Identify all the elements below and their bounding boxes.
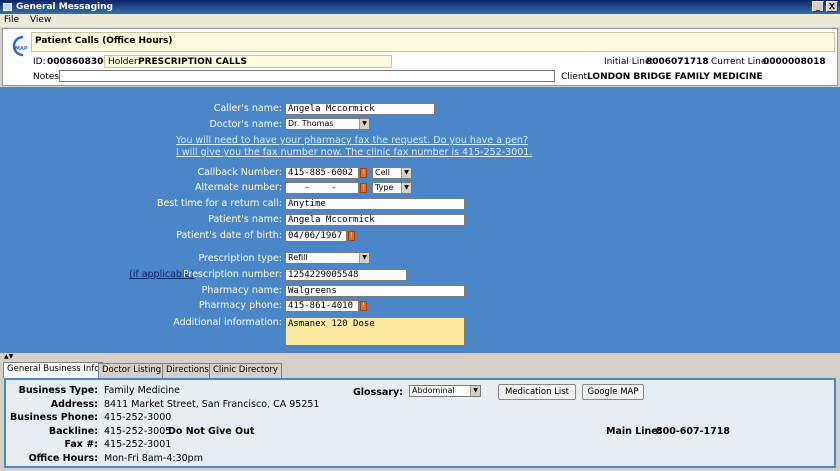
- prescription-type-label: Prescription type:: [198, 253, 283, 264]
- glossary-label: Glossary:: [353, 387, 403, 398]
- doctors-name-label: Doctor's name:: [209, 119, 282, 130]
- prescription-type-select[interactable]: Refill ▼: [285, 252, 370, 264]
- menu-view[interactable]: View: [30, 15, 51, 25]
- best-time-label: Best time for a return call:: [156, 198, 282, 209]
- callers-name-label: Caller's name:: [213, 103, 282, 114]
- tab-directions[interactable]: Directions: [162, 363, 213, 378]
- call-header: MAP Patient Calls (Office Hours) ID: 000…: [2, 28, 838, 86]
- current-line-label: Current Line:: [711, 57, 770, 67]
- business-type-value: Family Medicine: [104, 385, 181, 396]
- pharmacy-phone-input[interactable]: 415-861-4010: [285, 300, 359, 312]
- business-phone-label: Business Phone:: [10, 412, 98, 423]
- minimize-button[interactable]: _: [812, 1, 824, 12]
- chevron-down-icon: ▼: [401, 168, 411, 178]
- backline-label: Backline:: [48, 426, 98, 437]
- address-value: 8411 Market Street, San Francisco, CA 95…: [104, 399, 320, 410]
- backline-value: 415-252-3005: [104, 426, 172, 437]
- info-tabs: General Business Info Doctor Listing Dir…: [0, 362, 840, 378]
- business-info-panel: Business Type: Family Medicine Address: …: [4, 378, 836, 468]
- chevron-down-icon: ▼: [470, 386, 480, 396]
- doctors-name-value: Dr. Thomas: [288, 119, 334, 128]
- callback-type-select[interactable]: Cell ▼: [372, 167, 412, 179]
- client-value: LONDON BRIDGE FAMILY MEDICINE: [587, 72, 763, 82]
- call-type-banner: Patient Calls (Office Hours): [31, 32, 835, 52]
- callback-type-value: Cell: [375, 168, 390, 177]
- holder-box: Holder: PRESCRIPTION CALLS: [104, 55, 392, 68]
- doctors-name-select[interactable]: Dr. Thomas ▼: [285, 118, 370, 130]
- pharmacy-name-label: Pharmacy name:: [201, 285, 282, 296]
- glossary-select[interactable]: Abdominal ▼: [409, 385, 481, 397]
- main-line-label: Main Line:: [606, 426, 662, 437]
- close-button[interactable]: X: [826, 1, 838, 12]
- tab-doctor-listing[interactable]: Doctor Listing: [98, 363, 166, 378]
- holder-label: Holder:: [108, 57, 141, 67]
- alternate-number-input[interactable]: - -: [285, 182, 359, 194]
- window-title: General Messaging: [16, 2, 113, 12]
- main-line-value: 800-607-1718: [656, 426, 730, 437]
- additional-info-textarea[interactable]: Asmanex 120 Dose: [285, 317, 465, 346]
- pharmacy-phone-label: Pharmacy phone:: [198, 300, 282, 311]
- chevron-down-icon: ▼: [359, 253, 369, 263]
- required-flag-icon: !: [360, 301, 367, 311]
- id-label: ID:: [33, 57, 46, 67]
- required-flag-icon: !: [360, 183, 367, 193]
- splitter-arrows-icon: ▲▼: [4, 353, 14, 360]
- alternate-type-select[interactable]: Type ▼: [372, 182, 412, 194]
- map-logo: MAP: [9, 35, 28, 57]
- google-map-button[interactable]: Google MAP: [582, 384, 644, 400]
- alternate-type-value: Type: [375, 183, 394, 192]
- medication-list-button[interactable]: Medication List: [498, 384, 576, 400]
- backline-note: Do Not Give Out: [168, 426, 255, 437]
- patients-name-input[interactable]: Angela Mccormick: [285, 214, 465, 226]
- logo-text: MAP: [15, 46, 28, 52]
- alternate-number-label: Alternate number:: [195, 182, 282, 193]
- current-line-value: 0000008018: [763, 57, 826, 67]
- menu-file[interactable]: File: [4, 15, 19, 25]
- notes-field[interactable]: [59, 70, 555, 82]
- required-flag-icon: !: [348, 231, 355, 241]
- callers-name-input[interactable]: Angela Mccormick: [285, 103, 435, 115]
- script-line-1: You will need to have your pharmacy fax …: [176, 135, 528, 146]
- notes-label: Notes:: [33, 72, 63, 82]
- initial-line-value: 8006071718: [646, 57, 709, 67]
- prescription-type-value: Refill: [288, 253, 308, 262]
- tab-general-business-info[interactable]: General Business Info: [3, 362, 104, 378]
- chevron-down-icon: ▼: [401, 183, 411, 193]
- tab-clinic-directory[interactable]: Clinic Directory: [209, 363, 282, 378]
- holder-value: PRESCRIPTION CALLS: [138, 57, 247, 67]
- callback-number-label: Callback Number:: [197, 167, 282, 178]
- prescription-number-input[interactable]: 1254229005548: [285, 269, 407, 281]
- fax-label: Fax #:: [64, 439, 98, 450]
- business-type-label: Business Type:: [18, 385, 98, 396]
- client-label: Client:: [561, 72, 591, 82]
- dob-input[interactable]: 04/06/1967: [285, 230, 347, 242]
- office-hours-label: Office Hours:: [28, 453, 98, 464]
- id-value: 0008608300: [47, 57, 110, 67]
- dob-label: Patient's date of birth:: [176, 230, 282, 241]
- splitter[interactable]: ▲▼: [0, 353, 840, 362]
- title-bar: General Messaging _ X: [0, 0, 840, 14]
- menu-bar: File View: [0, 14, 840, 27]
- chevron-down-icon: ▼: [359, 119, 369, 129]
- script-line-2: I will give you the fax number now. The …: [176, 147, 533, 158]
- callback-number-input[interactable]: 415-885-6002: [285, 167, 359, 179]
- business-phone-value: 415-252-3000: [104, 412, 172, 423]
- required-flag-icon: !: [360, 168, 367, 178]
- patients-name-label: Patient's name:: [208, 214, 282, 225]
- app-icon: [3, 3, 12, 11]
- fax-value: 415-252-3001: [104, 439, 172, 450]
- glossary-value: Abdominal: [412, 386, 455, 395]
- prescription-number-label: Prescription number:: [182, 269, 282, 280]
- best-time-input[interactable]: Anytime: [285, 198, 465, 210]
- office-hours-value: Mon-Fri 8am-4:30pm: [104, 453, 203, 464]
- call-type: Patient Calls (Office Hours): [35, 36, 173, 46]
- additional-info-label: Additional information:: [173, 317, 282, 328]
- pharmacy-name-input[interactable]: Walgreens: [285, 285, 465, 297]
- address-label: Address:: [50, 399, 98, 410]
- message-form: Caller's name: Angela Mccormick Doctor's…: [0, 87, 840, 353]
